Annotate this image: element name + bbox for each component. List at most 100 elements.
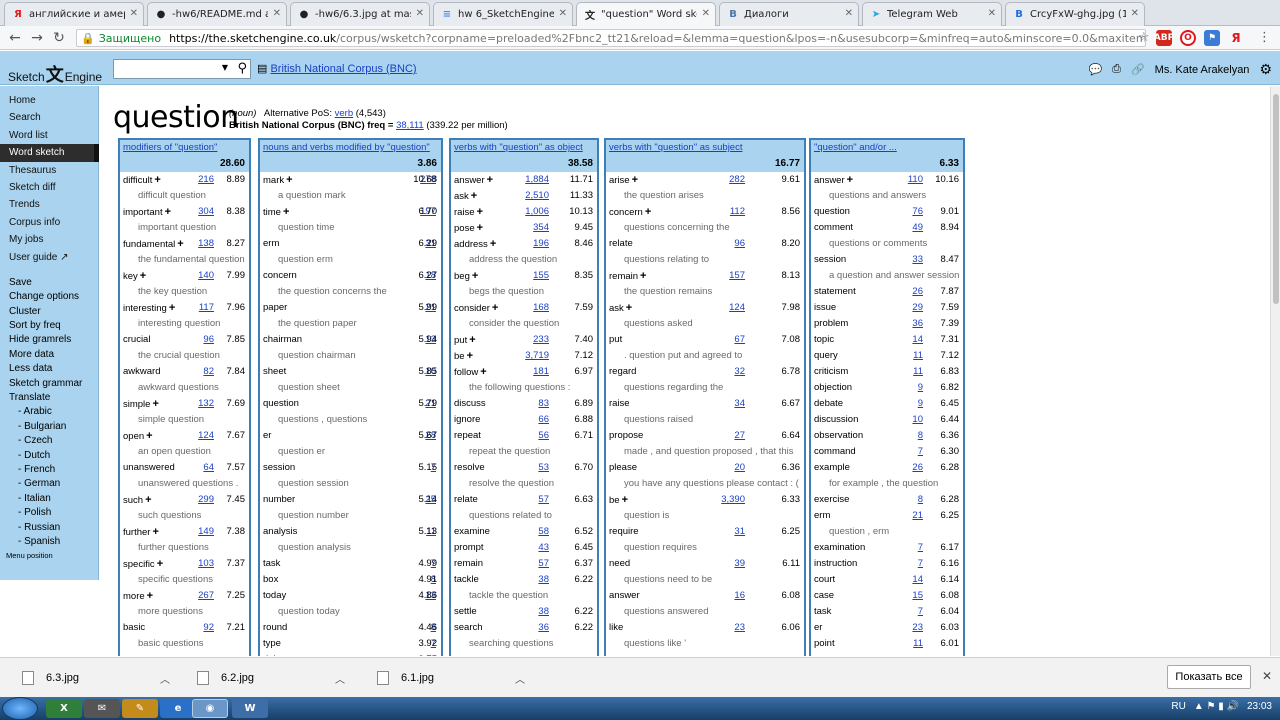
plus-icon[interactable]: + <box>140 270 146 282</box>
collocate-freq-link[interactable]: 168 <box>533 300 549 316</box>
sidebar-option[interactable]: Sort by freq <box>0 319 98 333</box>
adblock-icon[interactable]: ABP <box>1154 30 1174 46</box>
collocate-example[interactable]: begs the question <box>451 284 597 300</box>
collocate-example[interactable]: question analysis <box>260 540 441 556</box>
collocate-freq-link[interactable]: 36 <box>912 316 923 332</box>
plus-icon[interactable]: + <box>467 350 473 362</box>
plus-icon[interactable]: + <box>640 270 646 282</box>
collocate-example[interactable]: repeat the question <box>451 444 597 460</box>
collocate-example[interactable]: the following questions : <box>451 380 597 396</box>
search-icon[interactable]: ⚲ <box>237 61 247 76</box>
collocate-example[interactable]: questions relating to <box>606 252 804 268</box>
collocate-freq-link[interactable]: 76 <box>912 204 923 220</box>
collocate-example[interactable]: a question and answer session <box>811 268 963 284</box>
collocate-example[interactable]: the question remains <box>606 284 804 300</box>
plus-icon[interactable]: + <box>645 206 651 218</box>
tab-close-icon[interactable]: ✕ <box>130 8 138 19</box>
collocate-freq-link[interactable]: 181 <box>533 364 549 380</box>
browser-tab[interactable]: Яанглийские и америк ✕ <box>4 2 144 26</box>
collocate-freq-link[interactable]: 43 <box>538 540 549 556</box>
sidebar-item[interactable]: Sketch diff <box>0 179 98 196</box>
collocate-example[interactable]: the key question <box>120 284 249 300</box>
collocate-freq-link[interactable]: 23 <box>912 620 923 636</box>
collocate-example[interactable]: you have any questions please contact : … <box>606 476 804 492</box>
sidebar-option[interactable]: Change options <box>0 290 98 304</box>
plus-icon[interactable]: + <box>177 238 183 250</box>
collocate-freq-link[interactable]: 140 <box>198 268 214 284</box>
download-item[interactable]: 6.3.jpg ︿ <box>22 668 182 688</box>
collocate-freq-link[interactable]: 2,510 <box>525 188 549 204</box>
plus-icon[interactable]: + <box>283 206 289 218</box>
vertical-scrollbar[interactable] <box>1270 86 1280 656</box>
collocate-example[interactable]: specific questions <box>120 572 249 588</box>
collocate-example[interactable]: the fundamental question <box>120 252 249 268</box>
collocate-example[interactable]: the question paper <box>260 316 441 332</box>
chat-icon[interactable]: 💬 <box>1088 63 1102 76</box>
chevron-up-icon[interactable]: ︿ <box>160 671 170 686</box>
print-icon[interactable]: ⎙ <box>1112 63 1121 76</box>
collocate-example[interactable]: resolve the question <box>451 476 597 492</box>
collocate-freq-link[interactable]: 21 <box>912 508 923 524</box>
collocate-example[interactable]: questions or comments <box>811 236 963 252</box>
collocate-example[interactable]: question number <box>260 508 441 524</box>
collocate-freq-link[interactable]: 3,719 <box>525 348 549 364</box>
plus-icon[interactable]: + <box>480 366 486 378</box>
collocate-freq-link[interactable]: 39 <box>734 556 745 572</box>
collocate-example[interactable]: simple question <box>120 412 249 428</box>
browser-tab[interactable]: ≡ hw 6_SketchEngine - ✕ <box>433 2 573 26</box>
collocate-example[interactable]: question requires <box>606 540 804 556</box>
sidebar-language[interactable]: - Czech <box>0 434 98 448</box>
sidebar-option[interactable]: Save <box>0 276 98 290</box>
sidebar-language[interactable]: - Arabic <box>0 405 98 419</box>
plus-icon[interactable]: + <box>622 494 628 506</box>
collocate-example[interactable]: question er <box>260 444 441 460</box>
collocate-freq-link[interactable]: 82 <box>203 364 214 380</box>
collocate-example[interactable]: unanswered questions . <box>120 476 249 492</box>
collocate-freq-link[interactable]: 96 <box>203 332 214 348</box>
collocate-freq-link[interactable]: 16 <box>734 588 745 604</box>
sidebar-language[interactable]: - Polish <box>0 506 98 520</box>
collocate-freq-link[interactable]: 64 <box>203 460 214 476</box>
sidebar-option[interactable]: Sketch grammar <box>0 377 98 391</box>
collocate-example[interactable]: . question put and agreed to <box>606 348 804 364</box>
browser-tab[interactable]: 文 "question" Word sket ✕ <box>576 2 716 26</box>
collocate-example[interactable]: more questions <box>120 604 249 620</box>
collocate-freq-link[interactable]: 304 <box>198 204 214 220</box>
plus-icon[interactable]: + <box>487 174 493 186</box>
collocate-freq-link[interactable]: 132 <box>198 396 214 412</box>
collocate-freq-link[interactable]: 155 <box>533 268 549 284</box>
gramrel-title-link[interactable]: "question" and/or ... <box>814 142 897 153</box>
collocate-freq-link[interactable]: 7 <box>918 540 923 556</box>
collocate-example[interactable]: basic questions <box>120 636 249 652</box>
url-field[interactable]: 🔒 Защищено https://the.sketchengine.co.u… <box>76 29 1146 47</box>
ie-icon[interactable]: e <box>160 699 196 718</box>
plus-icon[interactable]: + <box>157 558 163 570</box>
collocate-freq-link[interactable]: 124 <box>198 428 214 444</box>
browser-tab[interactable]: ➤ Telegram Web ✕ <box>862 2 1002 26</box>
chevron-up-icon[interactable]: ︿ <box>515 671 525 686</box>
scrollbar-thumb[interactable] <box>1273 94 1279 304</box>
paint-icon[interactable]: ✎ <box>122 699 158 718</box>
tab-close-icon[interactable]: ✕ <box>273 8 281 19</box>
collocate-freq-link[interactable]: 11 <box>913 364 923 380</box>
collocate-freq-link[interactable]: 157 <box>729 268 745 284</box>
collocate-example[interactable]: for example , the question <box>811 476 963 492</box>
sidebar-language[interactable]: - Bulgarian <box>0 420 98 434</box>
collocate-example[interactable]: question time <box>260 220 441 236</box>
plus-icon[interactable]: + <box>169 302 175 314</box>
collocate-example[interactable]: questions asked <box>606 316 804 332</box>
collocate-freq-link[interactable]: 49 <box>912 220 923 236</box>
collocate-example[interactable]: an open question <box>120 444 249 460</box>
tab-close-icon[interactable]: ✕ <box>988 8 996 19</box>
browser-tab[interactable]: B CrcyFxW-ghg.jpg (12 ✕ <box>1005 2 1145 26</box>
collocate-freq-link[interactable]: 38 <box>538 572 549 588</box>
sidebar-option[interactable]: Translate <box>0 391 98 405</box>
browser-tab[interactable]: ● -hw6/README.md at ✕ <box>147 2 287 26</box>
collocate-freq-link[interactable]: 36 <box>538 620 549 636</box>
collocate-freq-link[interactable]: 23 <box>734 620 745 636</box>
collocate-example[interactable]: important question <box>120 220 249 236</box>
collocate-example[interactable]: address the question <box>451 252 597 268</box>
collocate-freq-link[interactable]: 34 <box>734 396 745 412</box>
yandex-icon[interactable]: Я <box>1228 30 1244 46</box>
browser-tab[interactable]: В Диалоги ✕ <box>719 2 859 26</box>
